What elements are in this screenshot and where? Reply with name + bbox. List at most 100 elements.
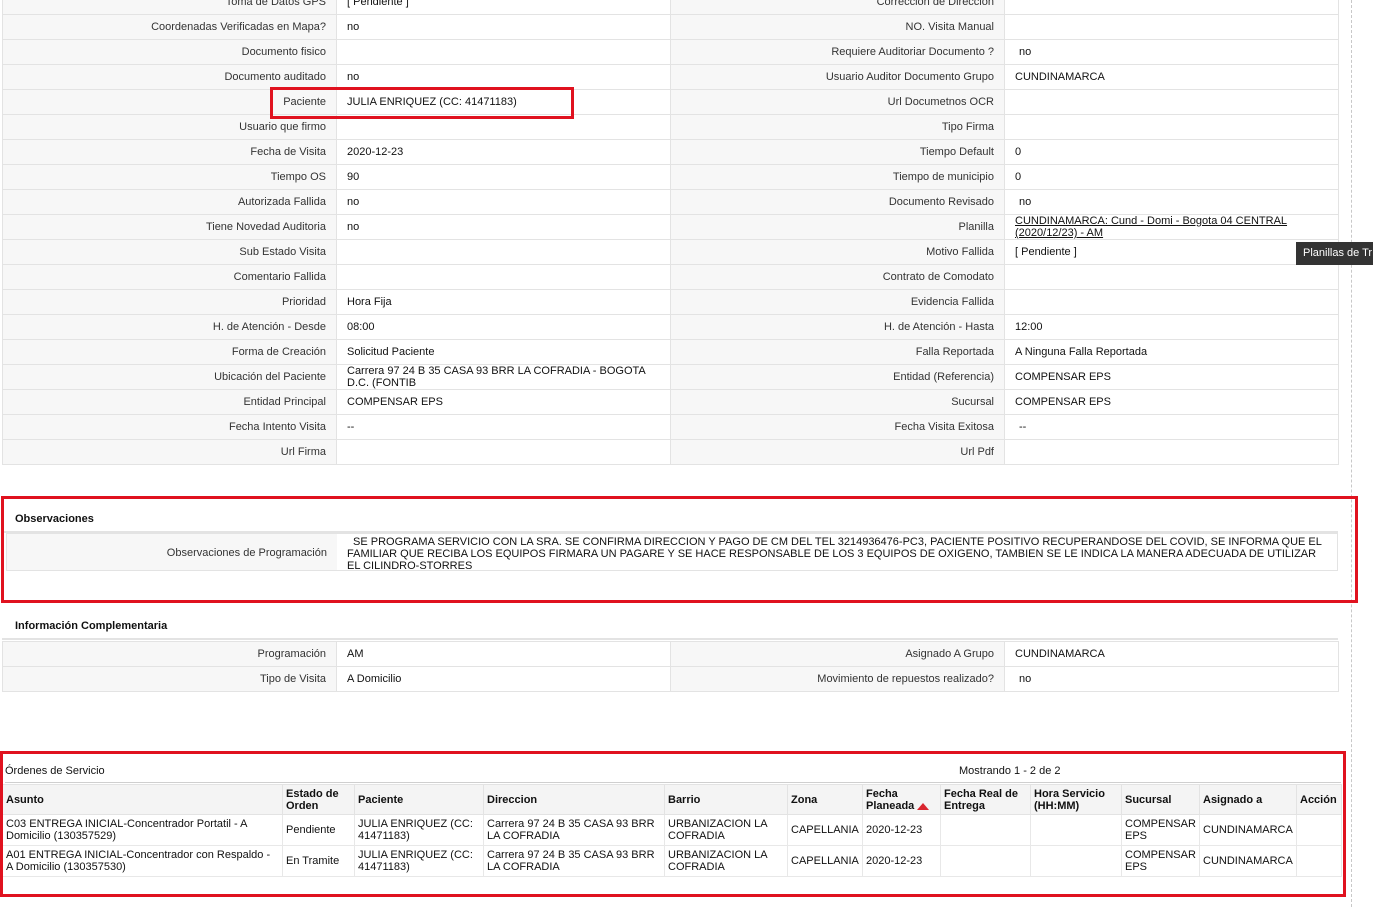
- value-documento-auditado: no: [336, 64, 671, 90]
- label-movimiento-de-repuestos-realizado: Movimiento de repuestos realizado?: [670, 666, 1005, 692]
- label-fecha-visita-exitosa: Fecha Visita Exitosa: [670, 414, 1005, 440]
- label-h-de-atencion-desde: H. de Atención - Desde: [2, 314, 337, 340]
- value-prioridad: Hora Fija: [336, 289, 671, 315]
- detail-row: Autorizada Fallida no Documento Revisado no: [2, 189, 1339, 215]
- page-divider: [1351, 0, 1352, 907]
- label-h-de-atencion-hasta: H. de Atención - Hasta: [670, 314, 1005, 340]
- value-autorizada-fallida: no: [336, 189, 671, 215]
- value-no-visita-manual: [1004, 14, 1339, 40]
- detail-row: Fecha Intento Visita -- Fecha Visita Exito…: [2, 414, 1339, 440]
- detail-row: Comentario Fallida Contrato de Comodato: [2, 264, 1339, 290]
- value-tipo-de-visita: A Domicilio: [336, 666, 671, 692]
- label-tiene-novedad-auditoria: Tiene Novedad Auditoria: [2, 214, 337, 240]
- value-fecha-intento-visita: --: [336, 414, 671, 440]
- value-entidad-referencia: COMPENSAR EPS: [1004, 364, 1339, 390]
- detail-row: Documento fisico Requiere Auditoriar Docu…: [2, 39, 1339, 65]
- value-url-firma: [336, 439, 671, 465]
- value-falla-reportada: A Ninguna Falla Reportada: [1004, 339, 1339, 365]
- label-evidencia-fallida: Evidencia Fallida: [670, 289, 1005, 315]
- value-evidencia-fallida: [1004, 289, 1339, 315]
- label-prioridad: Prioridad: [2, 289, 337, 315]
- value-ubicacion-del-paciente: Carrera 97 24 B 35 CASA 93 BRR LA COFRAD…: [336, 364, 671, 390]
- detail-row: H. de Atención - Desde 08:00 H. de Atenció…: [2, 314, 1339, 340]
- label-programacion: Programación: [2, 641, 337, 667]
- detail-row: Toma de Datos GPS[ Pendiente ] Corrección…: [2, 0, 1339, 15]
- value-entidad-principal: COMPENSAR EPS: [336, 389, 671, 415]
- detail-row: Sub Estado Visita Motivo Fallida[ Pendien…: [2, 239, 1339, 265]
- label-url-documetnos-ocr: Url Documetnos OCR: [670, 89, 1005, 115]
- value-url-documetnos-ocr: [1004, 89, 1339, 115]
- label-fecha-de-visita: Fecha de Visita: [2, 139, 337, 165]
- detail-row: Fecha de Visita 2020-12-23 Tiempo Default 0: [2, 139, 1339, 165]
- detail-row: Tiene Novedad Auditoria no Planilla CUNDINA…: [2, 214, 1339, 240]
- value-planilla: CUNDINAMARCA: Cund - Domi - Bogota 04 CE…: [1004, 214, 1339, 240]
- value-motivo-fallida: [ Pendiente ]: [1004, 239, 1339, 265]
- label-no-visita-manual: NO. Visita Manual: [670, 14, 1005, 40]
- label-coordenadas-verificadas-en-mapa: Coordenadas Verificadas en Mapa?: [2, 14, 337, 40]
- label-url-firma: Url Firma: [2, 439, 337, 465]
- label-comentario-fallida: Comentario Fallida: [2, 264, 337, 290]
- label-sub-estado-visita: Sub Estado Visita: [2, 239, 337, 265]
- value-correccion-de-direccion: [1004, 0, 1339, 15]
- value-documento-revisado: no: [1004, 189, 1339, 215]
- label-asignado-a-grupo: Asignado A Grupo: [670, 641, 1005, 667]
- value-sucursal: COMPENSAR EPS: [1004, 389, 1339, 415]
- label-entidad-principal: Entidad Principal: [2, 389, 337, 415]
- label-entidad-referencia: Entidad (Referencia): [670, 364, 1005, 390]
- value-sub-estado-visita: [336, 239, 671, 265]
- label-documento-auditado: Documento auditado: [2, 64, 337, 90]
- value-h-de-atencion-desde: 08:00: [336, 314, 671, 340]
- planilla-tooltip: Planillas de Tr: [1296, 242, 1373, 265]
- detail-row: Coordenadas Verificadas en Mapa? no NO. Vi…: [2, 14, 1339, 40]
- planilla-link[interactable]: CUNDINAMARCA: Cund - Domi - Bogota 04 CE…: [1015, 216, 1287, 239]
- detail-row: Paciente JULIA ENRIQUEZ (CC: 41471183) Url…: [2, 89, 1339, 115]
- value-h-de-atencion-hasta: 12:00: [1004, 314, 1339, 340]
- detail-row: Forma de Creación Solicitud Paciente Falla…: [2, 339, 1339, 365]
- label-falla-reportada: Falla Reportada: [670, 339, 1005, 365]
- label-correccion-de-direccion: Corrección de Dirección: [670, 0, 1005, 15]
- label-usuario-auditor-documento-grupo: Usuario Auditor Documento Grupo: [670, 64, 1005, 90]
- value-asignado-a-grupo: CUNDINAMARCA: [1004, 641, 1339, 667]
- highlight-observaciones: [1, 496, 1358, 603]
- label-tiempo-de-municipio: Tiempo de municipio: [670, 164, 1005, 190]
- detail-row: Entidad Principal COMPENSAR EPS Sucursal CO…: [2, 389, 1339, 415]
- label-tiempo-default: Tiempo Default: [670, 139, 1005, 165]
- value-documento-fisico: [336, 39, 671, 65]
- value-url-pdf: [1004, 439, 1339, 465]
- label-toma-de-datos-gps: Toma de Datos GPS: [2, 0, 337, 15]
- label-tipo-firma: Tipo Firma: [670, 114, 1005, 140]
- visit-details-table: Toma de Datos GPS[ Pendiente ] Corrección…: [2, 0, 1339, 465]
- label-sucursal: Sucursal: [670, 389, 1005, 415]
- label-fecha-intento-visita: Fecha Intento Visita: [2, 414, 337, 440]
- value-fecha-de-visita: 2020-12-23: [336, 139, 671, 165]
- value-requiere-auditoriar-documento: no: [1004, 39, 1339, 65]
- detail-row: Programación AM Asignado A Grupo CUNDINAMAR…: [2, 641, 1339, 667]
- highlight-paciente: [270, 87, 574, 119]
- info-complementaria-table: Programación AM Asignado A Grupo CUNDINAMAR…: [2, 641, 1339, 692]
- value-fecha-visita-exitosa: --: [1004, 414, 1339, 440]
- value-tiene-novedad-auditoria: no: [336, 214, 671, 240]
- value-tipo-firma: [1004, 114, 1339, 140]
- label-ubicacion-del-paciente: Ubicación del Paciente: [2, 364, 337, 390]
- detail-row: Documento auditado no Usuario Auditor Docu…: [2, 64, 1339, 90]
- value-usuario-auditor-documento-grupo: CUNDINAMARCA: [1004, 64, 1339, 90]
- label-contrato-de-comodato: Contrato de Comodato: [670, 264, 1005, 290]
- value-toma-de-datos-gps: [ Pendiente ]: [336, 0, 671, 15]
- value-tiempo-de-municipio: 0: [1004, 164, 1339, 190]
- label-tiempo-os: Tiempo OS: [2, 164, 337, 190]
- label-url-pdf: Url Pdf: [670, 439, 1005, 465]
- value-coordenadas-verificadas-en-mapa: no: [336, 14, 671, 40]
- highlight-ordenes: [0, 751, 1346, 897]
- detail-row: Usuario que firmo Tipo Firma: [2, 114, 1339, 140]
- detail-row: Ubicación del Paciente Carrera 97 24 B 35…: [2, 364, 1339, 390]
- label-motivo-fallida: Motivo Fallida: [670, 239, 1005, 265]
- value-movimiento-de-repuestos-realizado: no: [1004, 666, 1339, 692]
- label-documento-fisico: Documento fisico: [2, 39, 337, 65]
- detail-row: Prioridad Hora Fija Evidencia Fallida: [2, 289, 1339, 315]
- info-complementaria-header: Información Complementaria: [2, 606, 1338, 640]
- value-tiempo-default: 0: [1004, 139, 1339, 165]
- detail-row: Url Firma Url Pdf: [2, 439, 1339, 465]
- value-forma-de-creacion: Solicitud Paciente: [336, 339, 671, 365]
- label-planilla: Planilla: [670, 214, 1005, 240]
- label-requiere-auditoriar-documento: Requiere Auditoriar Documento ?: [670, 39, 1005, 65]
